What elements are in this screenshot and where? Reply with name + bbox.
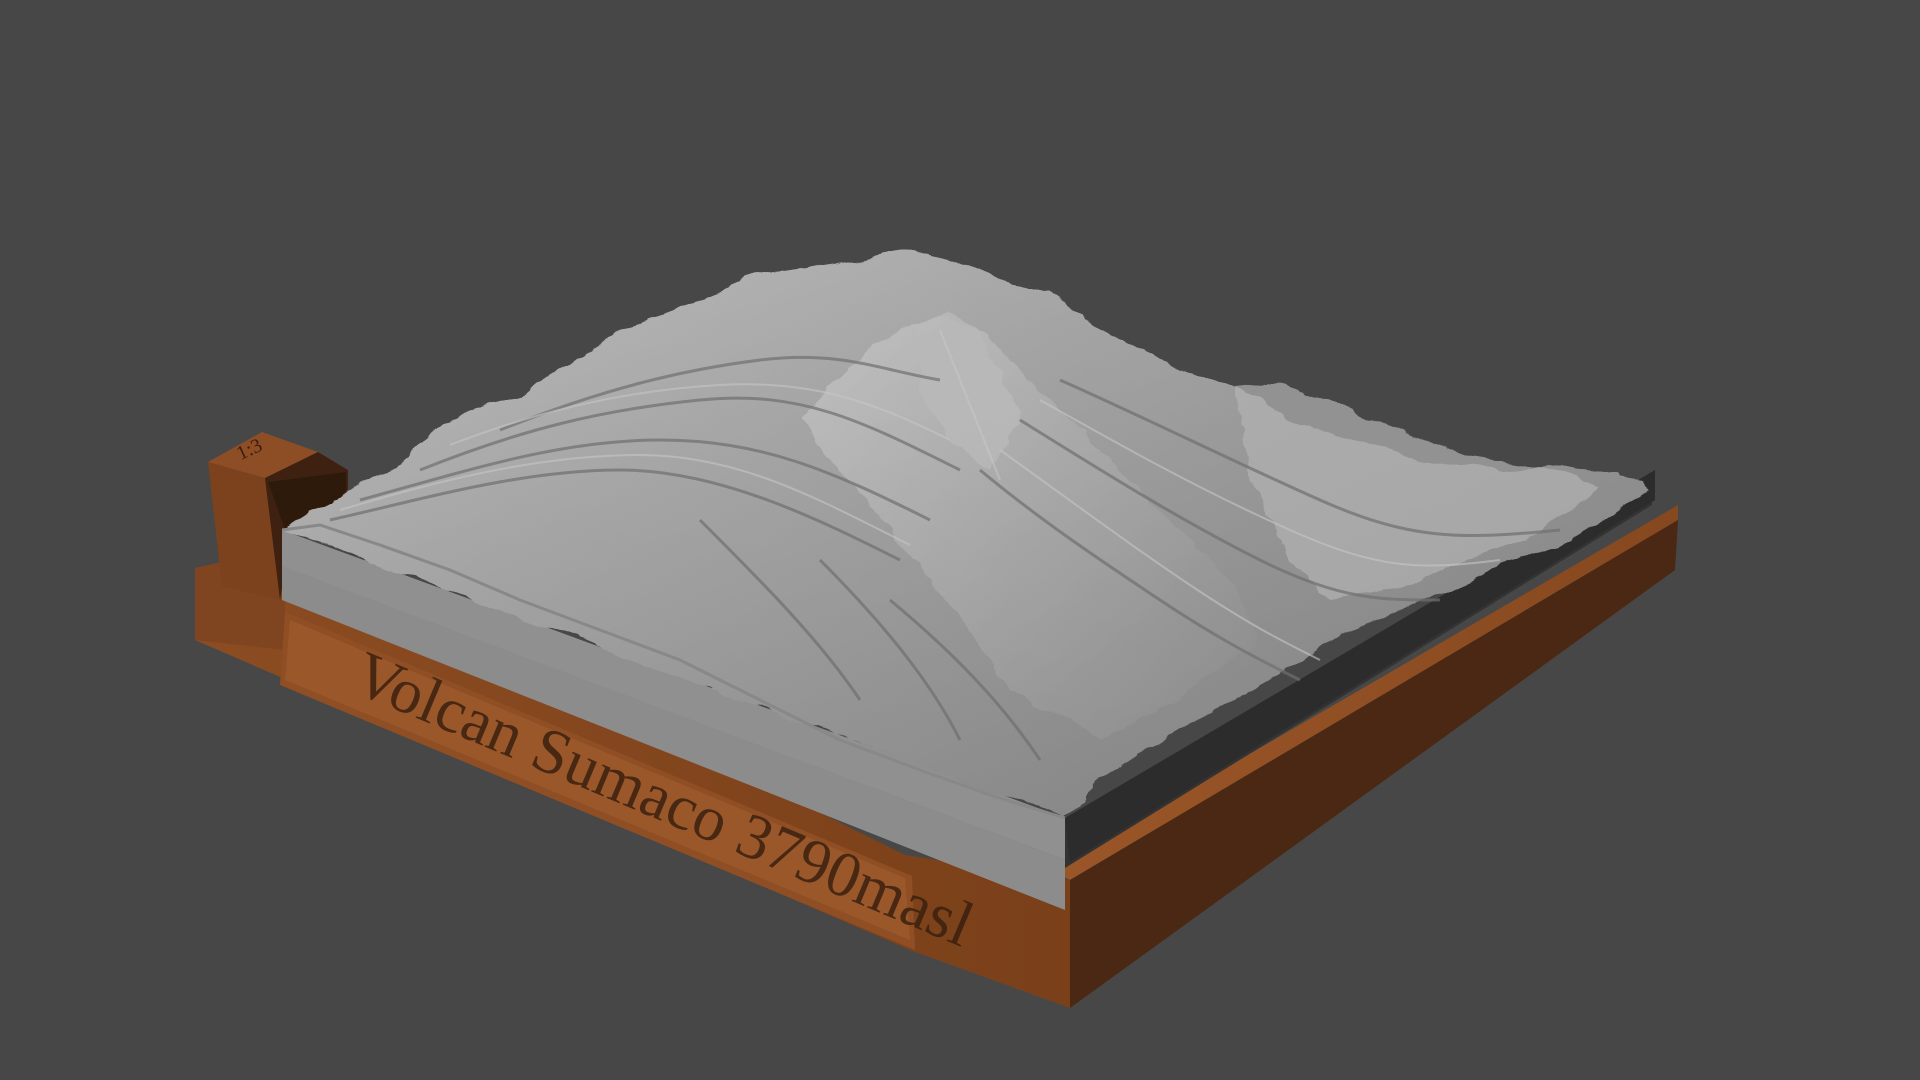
terrain-model-render: 1:3 Volcan Sumaco 3790masl: [195, 250, 1678, 1008]
3d-viewport[interactable]: 1:3 Volcan Sumaco 3790masl: [0, 0, 1920, 1080]
